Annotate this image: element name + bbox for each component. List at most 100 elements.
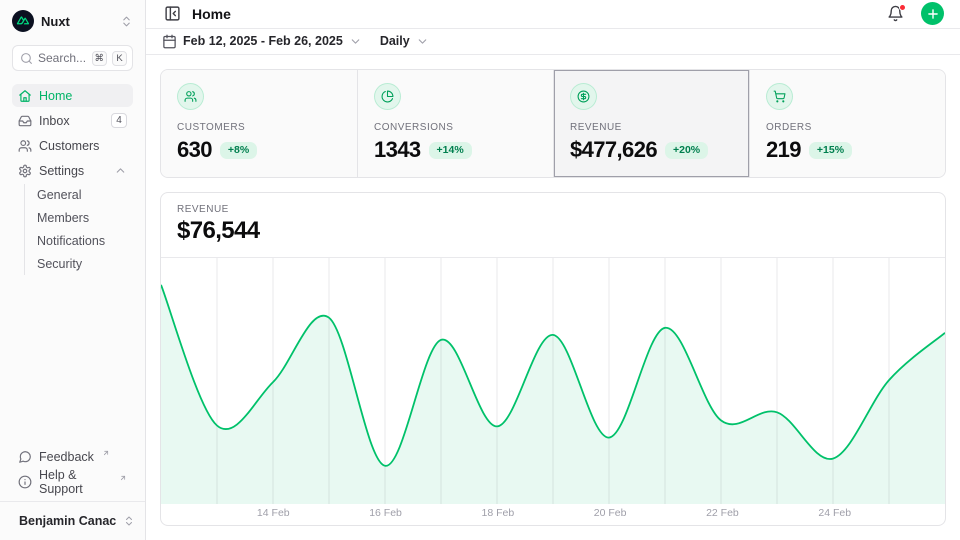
stat-value: 219 bbox=[766, 137, 801, 163]
sidebar-item-security[interactable]: Security bbox=[25, 253, 133, 275]
stat-delta-badge: +20% bbox=[665, 142, 708, 159]
date-range-label: Feb 12, 2025 - Feb 26, 2025 bbox=[183, 34, 343, 48]
sidebar-item-inbox[interactable]: Inbox 4 bbox=[12, 109, 133, 132]
sidebar-item-label: Notifications bbox=[37, 234, 105, 248]
chevron-down-icon bbox=[416, 35, 429, 48]
x-tick-label: 18 Feb bbox=[481, 507, 514, 519]
sidebar-spacer bbox=[0, 284, 145, 439]
sidebar-item-label: Home bbox=[39, 89, 127, 103]
user-menu-button[interactable]: Benjamin Canac bbox=[12, 509, 133, 533]
search-input-wrap[interactable]: ⌘ K bbox=[12, 45, 133, 71]
stat-label: ORDERS bbox=[766, 122, 929, 133]
stat-delta-badge: +8% bbox=[220, 142, 257, 159]
stat-card-customers[interactable]: CUSTOMERS 630 +8% bbox=[161, 70, 357, 177]
sidebar-item-home[interactable]: Home bbox=[12, 84, 133, 107]
sidebar-item-members[interactable]: Members bbox=[25, 207, 133, 229]
kbd-k: K bbox=[112, 51, 127, 66]
dollar-circle-icon bbox=[570, 83, 597, 110]
shopping-cart-icon bbox=[766, 83, 793, 110]
stat-value: 630 bbox=[177, 137, 212, 163]
stat-label: CONVERSIONS bbox=[374, 122, 537, 133]
notification-dot bbox=[899, 4, 906, 11]
message-circle-icon bbox=[18, 450, 32, 464]
chart-x-axis: 14 Feb 16 Feb 18 Feb 20 Feb 22 Feb 24 Feb bbox=[161, 504, 945, 524]
search-input[interactable] bbox=[38, 51, 87, 65]
page-title: Home bbox=[192, 6, 876, 22]
granularity-label: Daily bbox=[380, 34, 410, 48]
date-range-picker[interactable]: Feb 12, 2025 - Feb 26, 2025 bbox=[162, 34, 362, 49]
feedback-link[interactable]: Feedback bbox=[12, 445, 133, 468]
stats-row: CUSTOMERS 630 +8% CONVERSIONS 1343 +14% bbox=[160, 69, 946, 178]
revenue-chart-plot[interactable] bbox=[161, 258, 945, 504]
chart-current-value: $76,544 bbox=[177, 217, 929, 245]
settings-children: General Members Notifications Security bbox=[24, 184, 133, 275]
stat-value: $477,626 bbox=[570, 137, 657, 163]
stat-label: CUSTOMERS bbox=[177, 122, 341, 133]
sidebar-item-label: General bbox=[37, 188, 81, 202]
gear-icon bbox=[18, 164, 32, 178]
content: CUSTOMERS 630 +8% CONVERSIONS 1343 +14% bbox=[146, 55, 960, 540]
x-tick-label: 16 Feb bbox=[369, 507, 402, 519]
main-area: Home Feb 12, 2025 - Feb 26, 2025 bbox=[146, 0, 960, 540]
info-circle-icon bbox=[18, 475, 32, 489]
sidebar-item-label: Settings bbox=[39, 164, 107, 178]
help-support-label: Help & Support bbox=[39, 468, 111, 496]
inbox-count-badge: 4 bbox=[111, 113, 127, 128]
external-link-arrow-icon bbox=[119, 474, 127, 482]
sidebar-collapse-button[interactable] bbox=[162, 3, 183, 24]
pie-chart-icon bbox=[374, 83, 401, 110]
chevrons-up-down-icon bbox=[120, 15, 133, 28]
chevron-up-icon bbox=[114, 164, 127, 177]
chevrons-up-down-icon bbox=[123, 515, 135, 527]
sidebar: Nuxt ⌘ K Home Inbo bbox=[0, 0, 146, 540]
dashboard-window: Nuxt ⌘ K Home Inbo bbox=[0, 0, 960, 540]
kbd-meta: ⌘ bbox=[92, 51, 108, 66]
x-tick-label: 20 Feb bbox=[594, 507, 627, 519]
calendar-icon bbox=[162, 34, 177, 49]
add-button[interactable] bbox=[921, 2, 944, 25]
sidebar-item-label: Members bbox=[37, 211, 89, 225]
revenue-chart-card: REVENUE $76,544 14 Feb 16 Feb 18 Feb 20 Feb… bbox=[160, 192, 946, 526]
workspace-switcher[interactable]: Nuxt bbox=[0, 0, 145, 40]
sidebar-nav: Home Inbox 4 Customers Settings bbox=[0, 75, 145, 284]
sidebar-item-settings[interactable]: Settings bbox=[12, 159, 133, 182]
inbox-icon bbox=[18, 114, 32, 128]
stat-card-orders[interactable]: ORDERS 219 +15% bbox=[749, 70, 945, 177]
users-icon bbox=[18, 139, 32, 153]
stat-delta-badge: +15% bbox=[809, 142, 852, 159]
plus-icon bbox=[926, 7, 940, 21]
sidebar-item-general[interactable]: General bbox=[25, 184, 133, 206]
top-header: Home bbox=[146, 0, 960, 29]
revenue-area-chart bbox=[161, 258, 945, 504]
sidebar-footer: Feedback Help & Support bbox=[0, 439, 145, 501]
x-tick-label: 14 Feb bbox=[257, 507, 290, 519]
workspace-name: Nuxt bbox=[41, 14, 113, 29]
nuxt-logo-icon bbox=[12, 10, 34, 32]
stat-card-revenue[interactable]: REVENUE $477,626 +20% bbox=[553, 70, 749, 177]
search-icon bbox=[20, 52, 33, 65]
panel-left-close-icon bbox=[164, 5, 181, 22]
granularity-select[interactable]: Daily bbox=[380, 34, 429, 48]
revenue-chart-header: REVENUE $76,544 bbox=[161, 193, 945, 258]
x-tick-label: 24 Feb bbox=[818, 507, 851, 519]
filter-toolbar: Feb 12, 2025 - Feb 26, 2025 Daily bbox=[146, 29, 960, 55]
sidebar-item-notifications[interactable]: Notifications bbox=[25, 230, 133, 252]
sidebar-user-section: Benjamin Canac bbox=[0, 501, 145, 540]
chevron-down-icon bbox=[349, 35, 362, 48]
sidebar-item-customers[interactable]: Customers bbox=[12, 134, 133, 157]
notifications-button[interactable] bbox=[885, 3, 906, 24]
feedback-label: Feedback bbox=[39, 450, 94, 464]
sidebar-item-label: Inbox bbox=[39, 114, 104, 128]
stat-card-conversions[interactable]: CONVERSIONS 1343 +14% bbox=[357, 70, 553, 177]
users-icon bbox=[177, 83, 204, 110]
stat-value: 1343 bbox=[374, 137, 421, 163]
sidebar-item-label: Customers bbox=[39, 139, 127, 153]
user-name: Benjamin Canac bbox=[19, 514, 116, 528]
external-link-arrow-icon bbox=[102, 449, 110, 457]
sidebar-item-label: Security bbox=[37, 257, 82, 271]
stat-label: REVENUE bbox=[570, 122, 733, 133]
x-tick-label: 22 Feb bbox=[706, 507, 739, 519]
house-icon bbox=[18, 89, 32, 103]
help-support-link[interactable]: Help & Support bbox=[12, 470, 133, 493]
chart-title: REVENUE bbox=[177, 204, 929, 215]
